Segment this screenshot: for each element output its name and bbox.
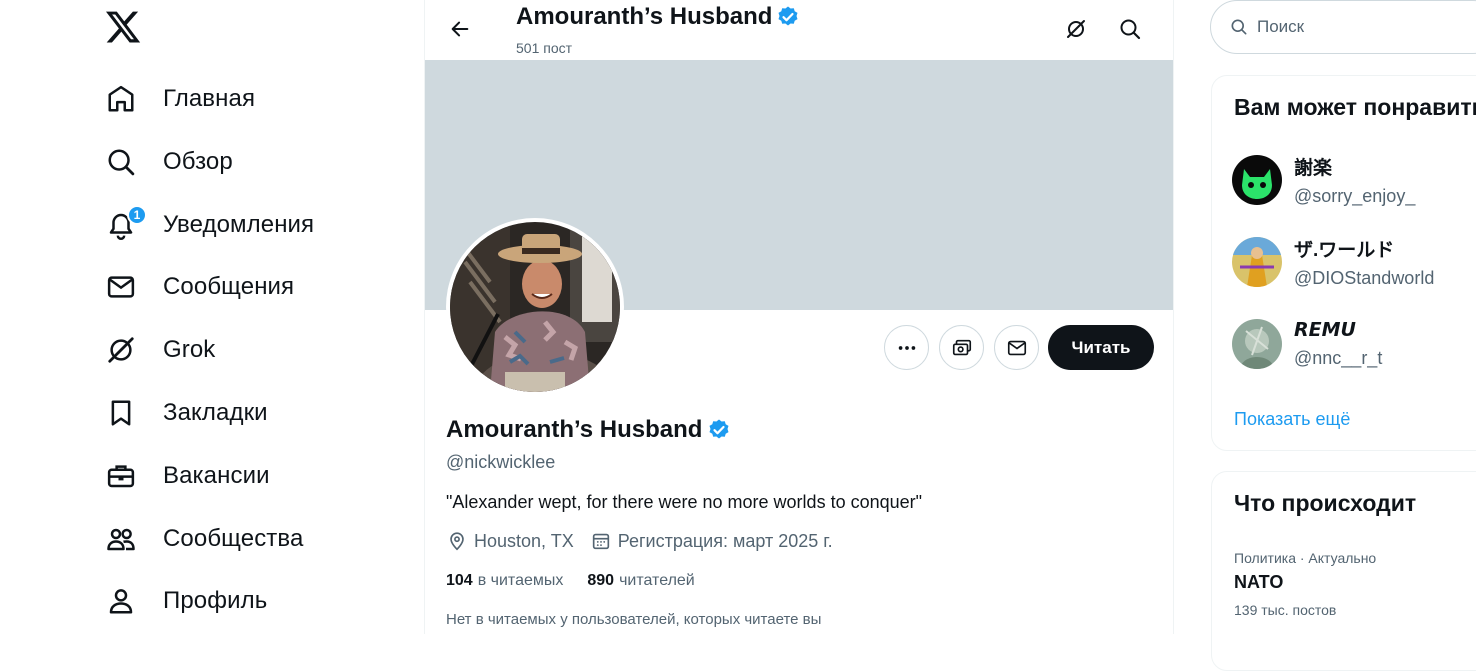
profile-joined: Регистрация: март 2025 г. — [590, 530, 833, 552]
people-icon — [104, 522, 138, 556]
nav-label-grok: Grok — [163, 336, 216, 363]
nav-item-communities[interactable]: Сообщества — [104, 514, 303, 564]
subscribe-button[interactable] — [939, 325, 984, 370]
right-sidebar: Вам может понравиться 謝楽 @sorry_enjoy_ ザ… — [1210, 0, 1476, 671]
suggestion-handle: @DIOStandworld — [1294, 268, 1435, 288]
mutual-followers-note: Нет в читаемых у пользователей, которых … — [446, 611, 822, 628]
nav-item-bookmarks[interactable]: Закладки — [104, 388, 268, 438]
bookmark-icon — [104, 396, 138, 430]
trends-title: Что происходит — [1234, 490, 1417, 516]
nav-item-home[interactable]: Главная — [104, 74, 255, 124]
following-link[interactable]: 104 в читаемых — [446, 572, 563, 590]
search-box[interactable] — [1210, 0, 1476, 54]
verified-badge-icon[interactable] — [707, 418, 731, 442]
mail-icon — [1007, 340, 1026, 355]
suggestion-item[interactable]: 謝楽 @sorry_enjoy_ — [1232, 154, 1415, 206]
profile-column: Amouranth’s Husband 501 пост Читать Amou… — [424, 0, 1174, 634]
header-post-count: 501 пост — [516, 40, 573, 56]
who-to-follow-title: Вам может понравиться — [1234, 94, 1476, 120]
grok-button[interactable] — [1058, 12, 1094, 46]
following-count: 104 — [446, 572, 473, 589]
nav-item-jobs[interactable]: Вакансии — [104, 451, 270, 501]
joined-text: Регистрация: март 2025 г. — [617, 530, 833, 551]
suggestion-name: 謝楽 — [1294, 158, 1333, 179]
trend-post-count: 139 тыс. постов — [1234, 602, 1337, 618]
profile-display-name: Amouranth’s Husband — [446, 416, 731, 444]
suggestion-name: 𝙍𝙀𝙈𝙐 — [1294, 320, 1356, 341]
profile-meta: Houston, TX Регистрация: март 2025 г. — [446, 530, 849, 552]
nav-label-messages: Сообщения — [163, 273, 295, 300]
header-name: Amouranth’s Husband — [516, 3, 773, 30]
show-more-link[interactable]: Показать ещё — [1234, 409, 1350, 430]
more-horizontal-icon — [898, 345, 915, 350]
location-pin-icon — [450, 532, 464, 551]
trend-category: Политика · Актуально — [1234, 550, 1377, 566]
profile-location: Houston, TX — [446, 530, 574, 552]
nav-item-messages[interactable]: Сообщения — [104, 262, 294, 312]
calendar-icon — [592, 533, 609, 550]
follow-button[interactable]: Читать — [1048, 325, 1154, 370]
header-title: Amouranth’s Husband — [516, 3, 800, 31]
who-to-follow-card: Вам может понравиться 謝楽 @sorry_enjoy_ ザ… — [1211, 75, 1476, 451]
profile-header-bar: Amouranth’s Husband 501 пост — [425, 0, 1173, 60]
profile-bio: "Alexander wept, for there were no more … — [446, 492, 923, 512]
followers-label: читателей — [619, 572, 695, 589]
suggestion-avatar — [1232, 237, 1282, 287]
home-icon — [104, 82, 138, 116]
nav-item-grok[interactable]: Grok — [104, 325, 215, 375]
trends-card: Что происходит Политика · Актуально NATO… — [1211, 471, 1476, 671]
money-icon — [952, 339, 971, 355]
suggestion-handle: @sorry_enjoy_ — [1294, 186, 1416, 206]
profile-search-button[interactable] — [1112, 12, 1148, 46]
profile-name-text: Amouranth’s Husband — [446, 416, 703, 443]
nav-label-explore: Обзор — [163, 148, 233, 175]
bell-icon: 1 — [104, 205, 147, 242]
notification-badge: 1 — [127, 205, 147, 225]
nav-label-home: Главная — [163, 85, 256, 112]
person-icon — [104, 584, 138, 618]
search-icon — [104, 145, 138, 179]
left-navigation: Главная Обзор 1 Уведомления Сообщения Gr… — [0, 0, 425, 634]
profile-handle: @nickwicklee — [446, 452, 556, 472]
suggestion-name: ザ.ワールド — [1294, 240, 1395, 261]
briefcase-icon — [104, 459, 138, 493]
suggestion-item[interactable]: ザ.ワールド @DIOStandworld — [1232, 236, 1434, 288]
follow-stats: 104 в читаемых 890 читателей — [446, 572, 719, 590]
avatar-image — [450, 222, 620, 392]
nav-label-communities: Сообщества — [163, 525, 304, 552]
followers-count: 890 — [587, 572, 615, 589]
location-text: Houston, TX — [474, 530, 574, 551]
nav-item-profile[interactable]: Профиль — [104, 576, 267, 626]
x-logo-icon[interactable] — [104, 8, 142, 46]
nav-item-notifications[interactable]: 1 Уведомления — [104, 200, 314, 250]
search-icon — [1120, 19, 1141, 40]
profile-avatar[interactable] — [446, 218, 624, 396]
grok-icon — [1067, 20, 1085, 38]
nav-label-notifications: Уведомления — [163, 211, 315, 238]
following-label: в читаемых — [477, 572, 564, 589]
grok-icon — [104, 333, 138, 367]
back-button[interactable] — [443, 12, 477, 46]
nav-label-jobs: Вакансии — [163, 462, 270, 489]
nav-label-profile: Профиль — [163, 587, 268, 614]
search-icon — [1231, 19, 1247, 35]
nav-item-explore[interactable]: Обзор — [104, 137, 233, 187]
arrow-left-icon — [451, 21, 469, 37]
suggestion-handle: @nnc__r_t — [1294, 348, 1383, 368]
search-input[interactable] — [1255, 16, 1455, 38]
nav-label-bookmarks: Закладки — [163, 399, 268, 426]
more-options-button[interactable] — [884, 325, 929, 370]
mail-icon — [104, 270, 138, 304]
followers-link[interactable]: 890 читателей — [587, 572, 694, 590]
suggestion-item[interactable]: 𝙍𝙀𝙈𝙐 @nnc__r_t — [1232, 318, 1382, 370]
suggestion-avatar — [1232, 319, 1282, 369]
message-button[interactable] — [994, 325, 1039, 370]
verified-badge-icon — [778, 6, 798, 26]
suggestion-avatar — [1232, 155, 1282, 205]
trend-name: NATO — [1234, 572, 1284, 592]
